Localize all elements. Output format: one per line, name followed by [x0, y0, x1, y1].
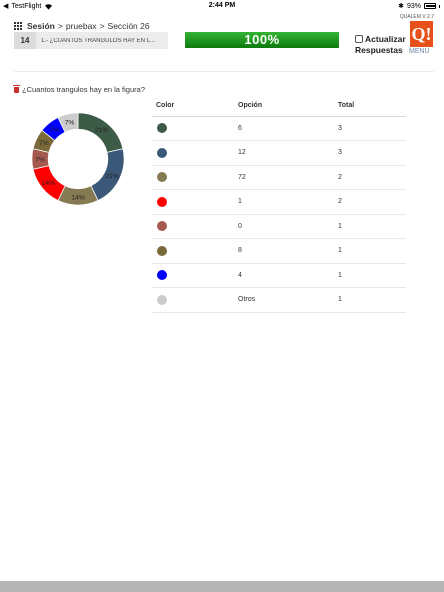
table-row: 81: [152, 238, 406, 264]
app-version: QUALEM V 2.7: [399, 14, 434, 20]
color-swatch: [157, 270, 167, 281]
table-row: Otros 1: [152, 287, 406, 313]
color-swatch: [157, 245, 167, 256]
question-option-text: 1.- ¿CUANTOS TRANGULOS HAY EN L...: [41, 37, 155, 44]
table-row: 12 3: [152, 140, 406, 166]
battery-fill: [426, 5, 436, 7]
row-total: 3: [334, 140, 406, 166]
row-option: 12: [234, 140, 334, 166]
status-bar-right: ✱ 93%: [398, 2, 440, 10]
row-total: 1: [334, 238, 406, 264]
donut-slice-label: 14%: [71, 194, 84, 201]
header-divider: [14, 71, 434, 72]
row-option: 4: [234, 263, 334, 288]
donut-chart: 21%21%14%14%7%7%7%7%: [31, 112, 125, 206]
table-row: 41: [152, 263, 406, 288]
progress-bar: 100%: [185, 32, 339, 48]
row-color-cell: [152, 287, 234, 313]
row-color-cell: [152, 238, 234, 264]
color-swatch: [157, 294, 167, 305]
row-option: 72: [234, 165, 334, 190]
question-title: ¿Cuantos trangulos hay en la figura?: [13, 84, 145, 94]
table-row: 63: [152, 116, 406, 141]
trash-icon[interactable]: [13, 84, 20, 93]
question-select[interactable]: 14 1.- ¿CUANTOS TRANGULOS HAY EN L...: [14, 32, 168, 49]
row-color-cell: [152, 165, 234, 190]
color-swatch: [157, 221, 167, 232]
refresh-label-line2: Respuestas: [355, 45, 403, 55]
qualem-logo-icon[interactable]: Q!: [410, 21, 433, 47]
breadcrumb-session-label[interactable]: Sesión: [27, 21, 55, 31]
question-title-text: ¿Cuantos trangulos hay en la figura?: [22, 85, 145, 94]
row-total: 1: [334, 214, 406, 239]
results-table: Color Opción Total 6 3 12 3 72 2 1 2 0 1 8 1 4 1 Otros…: [152, 96, 406, 313]
battery-icon: [424, 3, 436, 9]
row-option: Otros: [234, 287, 334, 313]
table-row: 72 2: [152, 165, 406, 190]
breadcrumb-separator: >: [57, 21, 63, 31]
table-row: 12: [152, 189, 406, 215]
row-total: 2: [334, 189, 406, 215]
status-bar: ◀ TestFlight 2:44 PM ✱ 93%: [0, 0, 444, 12]
donut-slice-label: 21%: [95, 127, 108, 134]
menu-button[interactable]: MENÚ: [409, 48, 430, 55]
donut-slice-label: 21%: [105, 173, 118, 180]
header-option: Opción: [234, 96, 334, 117]
question-number: 14: [14, 32, 36, 49]
row-total: 2: [334, 165, 406, 190]
row-color-cell: [152, 189, 234, 215]
color-swatch: [157, 172, 167, 183]
color-swatch: [157, 196, 167, 207]
header-total: Total: [334, 96, 406, 117]
bluetooth-icon: ✱: [398, 3, 404, 10]
status-time: 2:44 PM: [208, 2, 236, 9]
row-option: 8: [234, 238, 334, 264]
battery-percent: 93%: [406, 2, 421, 10]
row-option: 6: [234, 116, 334, 141]
battery-tip: [439, 4, 440, 8]
header-color: Color: [152, 96, 234, 117]
row-option: 1: [234, 189, 334, 215]
row-option: 0: [234, 214, 334, 239]
refresh-checkbox[interactable]: [355, 35, 363, 43]
donut-slice-label: 7%: [39, 140, 49, 147]
bottom-bar: [0, 581, 444, 592]
donut-slice-label: 14%: [42, 180, 55, 187]
refresh-answers-toggle[interactable]: Actualizar Respuestas: [355, 34, 406, 56]
color-swatch: [157, 123, 167, 134]
progress-label: 100%: [244, 32, 280, 47]
row-color-cell: [152, 263, 234, 288]
donut-slice-label: 7%: [65, 119, 75, 126]
breadcrumb-session-name[interactable]: pruebax: [66, 21, 97, 31]
color-swatch: [157, 147, 167, 158]
row-color-cell: [152, 140, 234, 166]
row-color-cell: [152, 116, 234, 141]
table-header-row: Color Opción Total: [152, 96, 406, 117]
row-color-cell: [152, 214, 234, 239]
grid-menu-icon[interactable]: [14, 22, 22, 30]
table-row: 01: [152, 214, 406, 239]
refresh-label-line1: Actualizar: [365, 34, 406, 44]
donut-slice-label: 7%: [49, 127, 59, 134]
breadcrumb-separator: >: [99, 21, 105, 31]
breadcrumb: Sesión > pruebax > Sección 26: [14, 21, 150, 31]
row-total: 3: [334, 116, 406, 141]
row-total: 1: [334, 287, 406, 313]
breadcrumb-section: Sección 26: [107, 21, 150, 31]
donut-slice-label: 7%: [35, 156, 45, 163]
row-total: 1: [334, 263, 406, 288]
